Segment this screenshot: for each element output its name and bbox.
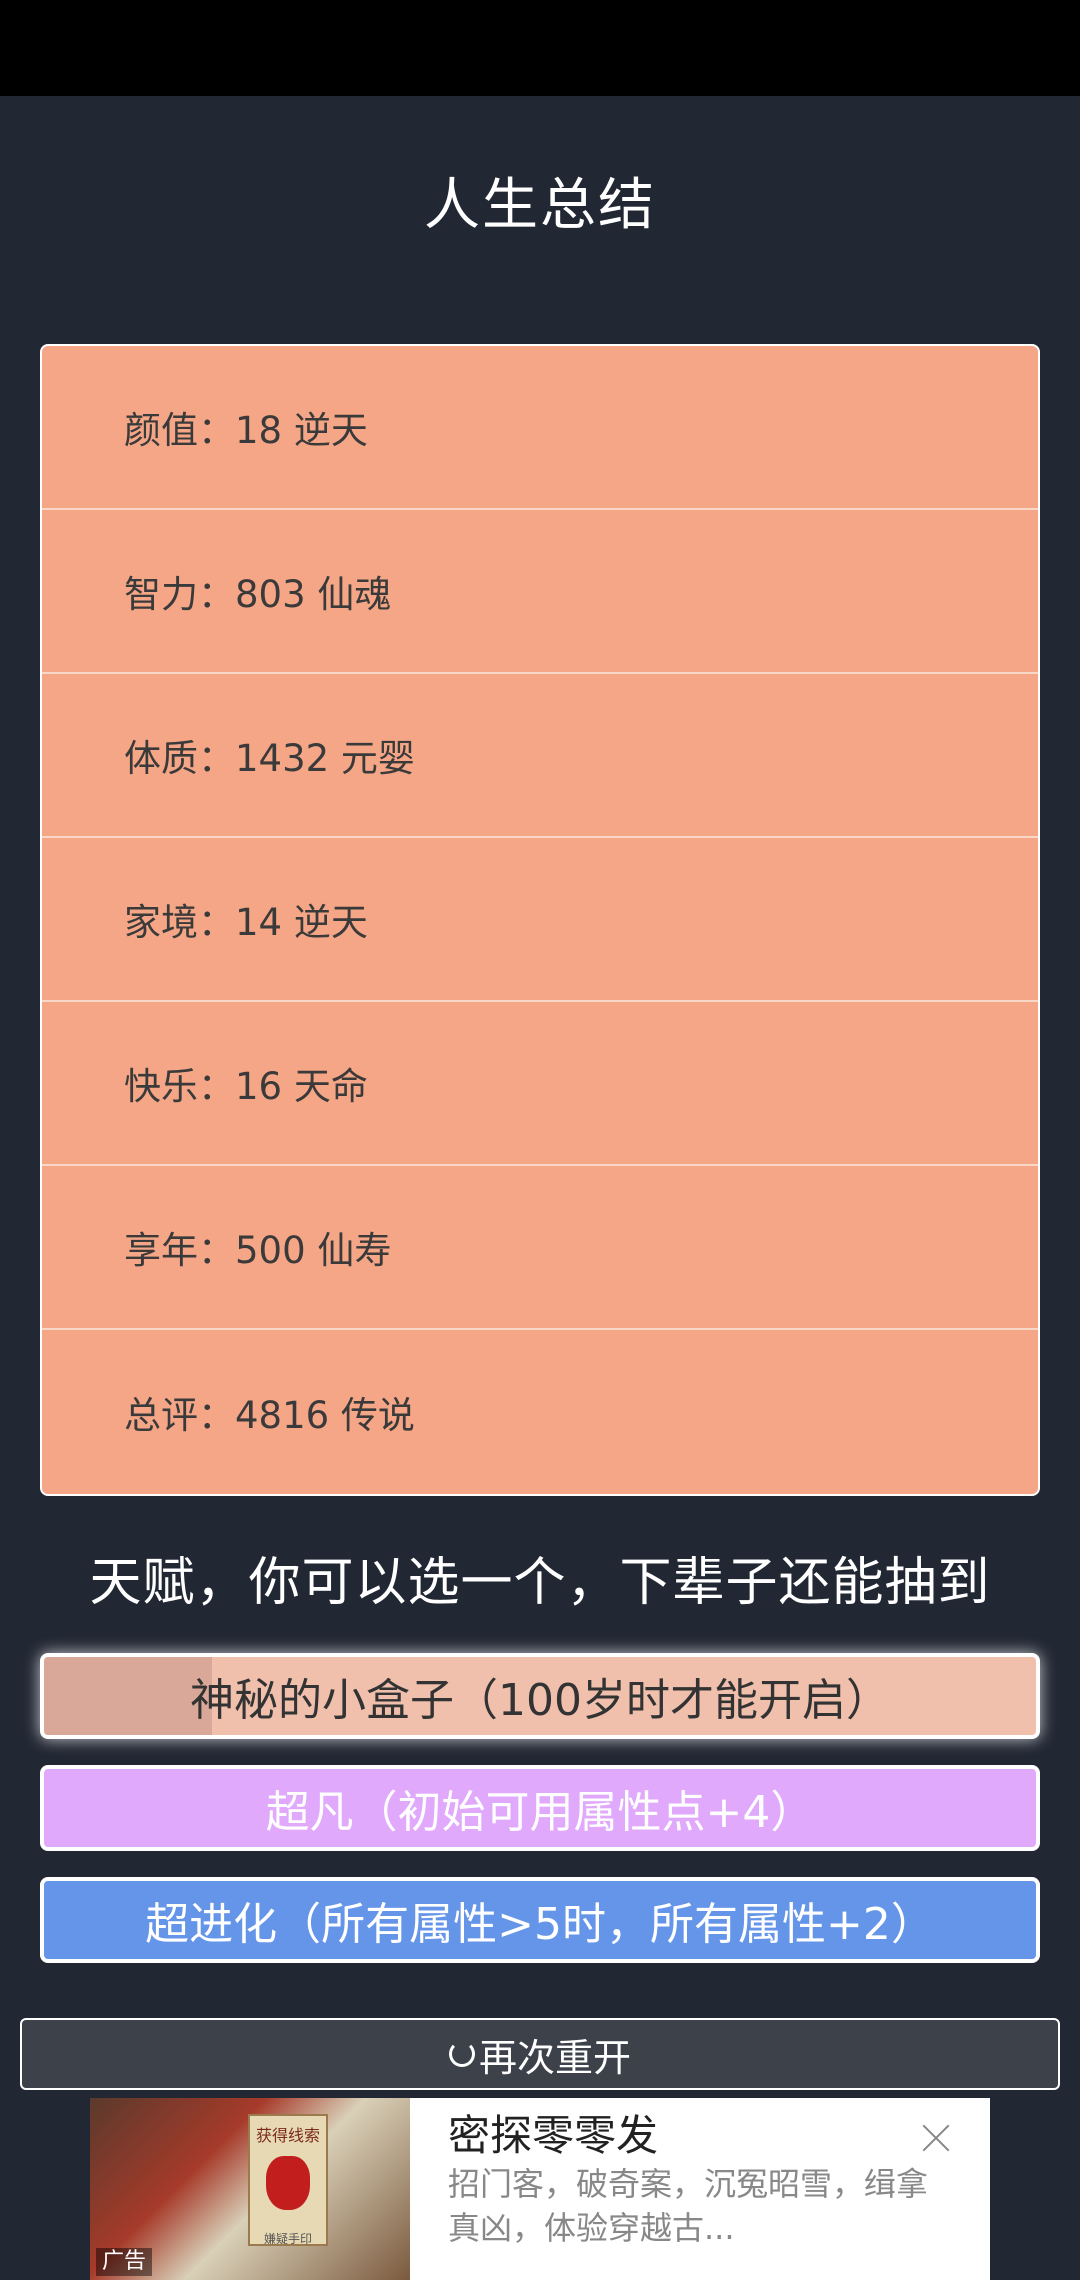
clue-card-title: 获得线索 — [255, 2126, 320, 2145]
summary-row-family: 家境：14 逆天 — [42, 838, 1038, 1002]
talent-option-extraordinary[interactable]: 超凡（初始可用属性点+4） — [40, 1765, 1040, 1851]
talent-option-label: 超凡（初始可用属性点+4） — [265, 1787, 815, 1838]
summary-row-lifespan: 享年：500 仙寿 — [42, 1166, 1038, 1330]
summary-row-intelligence: 智力：803 仙魂 — [42, 510, 1038, 674]
talent-option-label: 超进化（所有属性>5时，所有属性+2） — [145, 1899, 935, 1950]
close-icon[interactable] — [916, 2118, 956, 2158]
summary-row-overall: 总评：4816 传说 — [124, 1394, 415, 1437]
talent-prompt: 天赋，你可以选一个，下辈子还能抽到 — [89, 1553, 991, 1613]
ad-description[interactable]: 招门客，破奇案，沉冤昭雪，缉拿真凶，体验穿越古... — [448, 2162, 928, 2250]
ad-image[interactable]: 获得线索 嫌疑手印 广告 — [90, 2098, 410, 2280]
summary-panel: 颜值：18 逆天 智力：803 仙魂 体质：1432 元婴 家境：14 逆天 快… — [40, 344, 1040, 1496]
ad-badge: 广告 — [96, 2248, 153, 2276]
restart-button[interactable]: 再次重开 — [20, 2018, 1060, 2090]
talent-option-mystery-box[interactable]: 神秘的小盒子（100岁时才能开启） — [40, 1653, 1040, 1739]
summary-row-happiness: 快乐：16 天命 — [42, 1002, 1038, 1166]
clue-card: 获得线索 嫌疑手印 — [248, 2114, 328, 2246]
status-bar — [0, 0, 1080, 96]
page-title: 人生总结 — [424, 173, 656, 238]
handprint-icon — [266, 2156, 310, 2210]
ad-title[interactable]: 密探零零发 — [448, 2102, 658, 2163]
talent-option-label: 神秘的小盒子（100岁时才能开启） — [190, 1675, 890, 1726]
summary-row-constitution: 体质：1432 元婴 — [42, 674, 1038, 838]
selection-highlight — [44, 1657, 212, 1735]
ad-banner[interactable]: 获得线索 嫌疑手印 广告 密探零零发 招门客，破奇案，沉冤昭雪，缉拿真凶，体验穿… — [90, 2098, 990, 2280]
restart-icon — [448, 2041, 475, 2067]
summary-row-appearance: 颜值：18 逆天 — [42, 346, 1038, 510]
restart-label: 再次重开 — [478, 2035, 631, 2080]
clue-card-sub: 嫌疑手印 — [263, 2232, 312, 2246]
talent-option-super-evolution[interactable]: 超进化（所有属性>5时，所有属性+2） — [40, 1877, 1040, 1963]
